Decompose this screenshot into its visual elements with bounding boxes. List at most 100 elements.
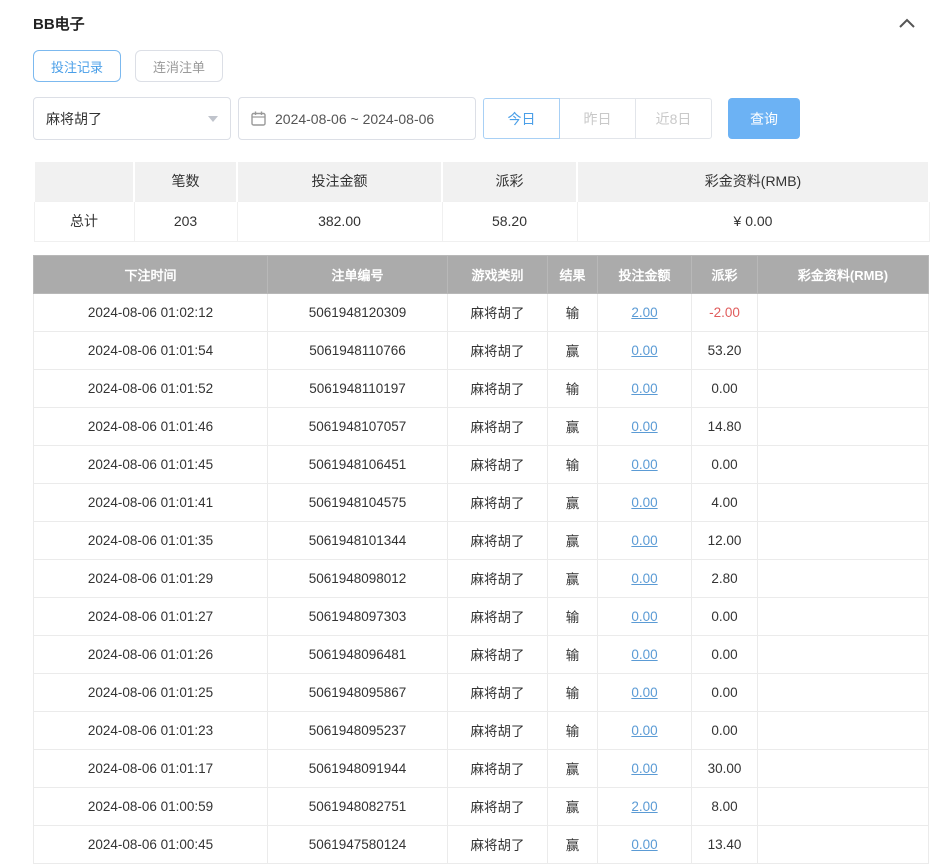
- table-row: 2024-08-06 01:01:29 5061948098012 麻将胡了 赢…: [33, 558, 929, 598]
- cell-bet-amount: 0.00: [597, 520, 692, 560]
- collapse-panel-button[interactable]: [896, 12, 918, 34]
- cell-order-number: 5061948096481: [267, 634, 448, 674]
- bet-amount-link[interactable]: 0.00: [631, 381, 657, 396]
- cell-result: 赢: [547, 558, 598, 598]
- game-select[interactable]: 麻将胡了: [33, 97, 231, 140]
- bet-amount-link[interactable]: 0.00: [631, 495, 657, 510]
- table-row: 2024-08-06 01:00:59 5061948082751 麻将胡了 赢…: [33, 786, 929, 826]
- cell-jackpot: [757, 520, 929, 560]
- bet-amount-link[interactable]: 0.00: [631, 343, 657, 358]
- cell-game-type: 麻将胡了: [447, 710, 548, 750]
- bet-amount-link[interactable]: 0.00: [631, 533, 657, 548]
- cell-result: 输: [547, 444, 598, 484]
- betting-records-panel: BB电子 投注记录 连消注单 麻将胡了 2024-08-06 ~ 2024-08…: [0, 0, 936, 864]
- cell-game-type: 麻将胡了: [447, 368, 548, 408]
- cell-bet-amount: 2.00: [597, 292, 692, 332]
- bet-table-body: 2024-08-06 01:02:12 5061948120309 麻将胡了 输…: [33, 292, 929, 864]
- cell-result: 赢: [547, 748, 598, 788]
- cell-bet-time: 2024-08-06 01:01:25: [33, 672, 268, 712]
- summary-total-count: 203: [133, 200, 238, 242]
- table-row: 2024-08-06 01:01:41 5061948104575 麻将胡了 赢…: [33, 482, 929, 522]
- table-row: 2024-08-06 01:01:46 5061948107057 麻将胡了 赢…: [33, 406, 929, 446]
- summary-table: 笔数 投注金额 派彩 彩金资料(RMB) 总计 203 382.00 58.20…: [33, 160, 930, 242]
- cell-bet-amount: 0.00: [597, 596, 692, 636]
- header-payout: 派彩: [691, 254, 758, 294]
- cell-result: 输: [547, 292, 598, 332]
- cell-game-type: 麻将胡了: [447, 596, 548, 636]
- bet-amount-link[interactable]: 0.00: [631, 723, 657, 738]
- bet-amount-link[interactable]: 0.00: [631, 647, 657, 662]
- bet-amount-link[interactable]: 0.00: [631, 609, 657, 624]
- cell-payout: 12.00: [691, 520, 758, 560]
- tab-betting-records[interactable]: 投注记录: [33, 50, 122, 82]
- header-jackpot: 彩金资料(RMB): [757, 254, 929, 294]
- table-row: 2024-08-06 01:01:26 5061948096481 麻将胡了 输…: [33, 634, 929, 674]
- cell-payout: 53.20: [691, 330, 758, 370]
- cell-order-number: 5061948110766: [267, 330, 448, 370]
- cell-bet-time: 2024-08-06 01:01:17: [33, 748, 268, 788]
- cell-jackpot: [757, 596, 929, 636]
- cell-payout: 0.00: [691, 596, 758, 636]
- summary-header-bet-amount: 投注金额: [236, 160, 443, 201]
- cell-jackpot: [757, 786, 929, 826]
- cell-game-type: 麻将胡了: [447, 444, 548, 484]
- cell-order-number: 5061948098012: [267, 558, 448, 598]
- summary-header-row: 笔数 投注金额 派彩 彩金资料(RMB): [33, 160, 930, 201]
- cell-bet-amount: 0.00: [597, 672, 692, 712]
- summary-total-payout: 58.20: [441, 200, 578, 242]
- table-row: 2024-08-06 01:01:45 5061948106451 麻将胡了 输…: [33, 444, 929, 484]
- cell-result: 赢: [547, 824, 598, 864]
- today-button[interactable]: 今日: [483, 98, 560, 139]
- cell-bet-time: 2024-08-06 01:01:26: [33, 634, 268, 674]
- summary-header-empty: [33, 160, 135, 201]
- cell-payout: 4.00: [691, 482, 758, 522]
- cell-order-number: 5061948097303: [267, 596, 448, 636]
- cell-payout: 14.80: [691, 406, 758, 446]
- cell-bet-amount: 0.00: [597, 824, 692, 864]
- cell-bet-amount: 0.00: [597, 406, 692, 446]
- bet-amount-link[interactable]: 0.00: [631, 419, 657, 434]
- search-button[interactable]: 查询: [728, 98, 800, 139]
- bet-amount-link[interactable]: 0.00: [631, 457, 657, 472]
- cell-payout: 2.80: [691, 558, 758, 598]
- tab-cancelled-bets[interactable]: 连消注单: [135, 50, 224, 82]
- cell-game-type: 麻将胡了: [447, 520, 548, 560]
- bet-amount-link[interactable]: 2.00: [631, 305, 657, 320]
- cell-jackpot: [757, 368, 929, 408]
- bet-amount-link[interactable]: 0.00: [631, 761, 657, 776]
- cell-bet-time: 2024-08-06 01:01:35: [33, 520, 268, 560]
- panel-header: BB电子: [33, 0, 928, 34]
- table-row: 2024-08-06 01:01:23 5061948095237 麻将胡了 输…: [33, 710, 929, 750]
- cell-jackpot: [757, 748, 929, 788]
- date-range-picker[interactable]: 2024-08-06 ~ 2024-08-06: [238, 97, 476, 140]
- bet-amount-link[interactable]: 0.00: [631, 685, 657, 700]
- bet-amount-link[interactable]: 0.00: [631, 837, 657, 852]
- cell-result: 赢: [547, 786, 598, 826]
- cell-game-type: 麻将胡了: [447, 748, 548, 788]
- cell-bet-time: 2024-08-06 01:01:46: [33, 406, 268, 446]
- cell-bet-amount: 0.00: [597, 444, 692, 484]
- cell-game-type: 麻将胡了: [447, 824, 548, 864]
- yesterday-button[interactable]: 昨日: [559, 98, 636, 139]
- cell-jackpot: [757, 824, 929, 864]
- cell-jackpot: [757, 292, 929, 332]
- bet-amount-link[interactable]: 2.00: [631, 799, 657, 814]
- last-8-days-button[interactable]: 近8日: [635, 98, 712, 139]
- table-row: 2024-08-06 01:01:27 5061948097303 麻将胡了 输…: [33, 596, 929, 636]
- summary-total-jackpot: ¥ 0.00: [576, 200, 930, 242]
- bet-amount-link[interactable]: 0.00: [631, 571, 657, 586]
- cell-bet-time: 2024-08-06 01:00:59: [33, 786, 268, 826]
- header-order-number: 注单编号: [267, 254, 448, 294]
- cell-bet-time: 2024-08-06 01:01:45: [33, 444, 268, 484]
- table-row: 2024-08-06 01:01:35 5061948101344 麻将胡了 赢…: [33, 520, 929, 560]
- cell-jackpot: [757, 710, 929, 750]
- table-row: 2024-08-06 01:02:12 5061948120309 麻将胡了 输…: [33, 292, 929, 332]
- cell-game-type: 麻将胡了: [447, 634, 548, 674]
- cell-bet-amount: 2.00: [597, 786, 692, 826]
- cell-result: 输: [547, 368, 598, 408]
- cell-bet-time: 2024-08-06 01:01:23: [33, 710, 268, 750]
- bet-records-table: 下注时间 注单编号 游戏类别 结果 投注金额 派彩 彩金资料(RMB) 2024…: [33, 254, 929, 864]
- panel-title: BB电子: [33, 15, 85, 33]
- cell-payout: 13.40: [691, 824, 758, 864]
- summary-total-label: 总计: [33, 200, 135, 242]
